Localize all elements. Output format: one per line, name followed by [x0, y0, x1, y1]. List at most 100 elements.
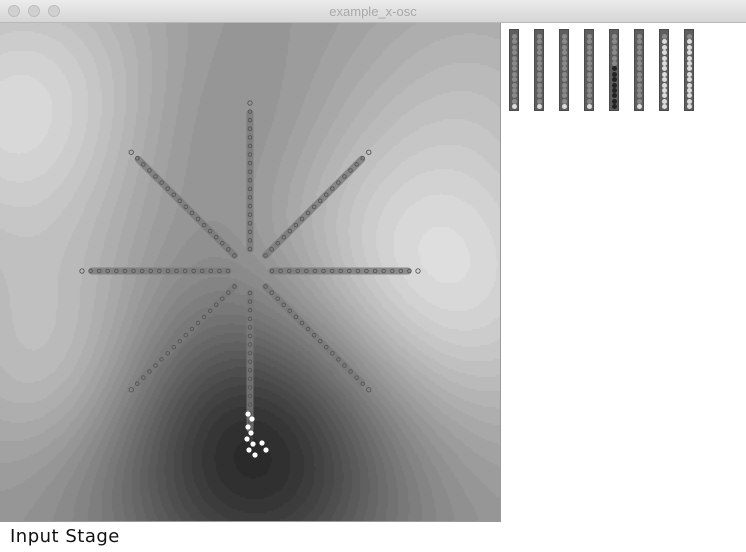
- meter-dot: [612, 55, 617, 61]
- meter-dot: [687, 39, 692, 45]
- spoke-track: [262, 155, 366, 259]
- meter-dot: [612, 71, 617, 77]
- meter-dot: [687, 55, 692, 61]
- meter-dot: [537, 34, 542, 39]
- meter-dot: [587, 104, 592, 110]
- meter-dot: [662, 71, 667, 77]
- active-sensor-dot: [252, 452, 258, 458]
- meter-dot: [687, 82, 692, 88]
- meter-dot: [562, 55, 567, 61]
- meter-dot: [562, 44, 567, 50]
- meter-dot: [662, 77, 667, 83]
- meter-channel-8: [684, 29, 694, 111]
- meter-dot: [637, 88, 642, 93]
- meter-dot: [612, 50, 617, 56]
- meter-channel-1: [509, 29, 519, 111]
- meter-dot: [537, 82, 542, 88]
- meter-dot: [512, 44, 517, 50]
- sensor-spokes: [79, 100, 421, 458]
- meter-dot: [662, 98, 667, 104]
- meter-channel-7: [659, 29, 669, 111]
- meter-dot: [662, 88, 667, 93]
- meter-dot: [612, 98, 617, 104]
- meter-dot: [512, 98, 517, 104]
- meter-dot: [587, 88, 592, 93]
- active-sensor-dot: [244, 436, 250, 442]
- window-title: example_x-osc: [329, 4, 417, 19]
- meter-dot: [537, 98, 542, 104]
- active-sensor-dot: [259, 440, 265, 446]
- meter-dot: [587, 77, 592, 83]
- spoke-north-east: [262, 149, 372, 259]
- meter-dot: [612, 104, 617, 110]
- spoke-north-west: [128, 149, 238, 259]
- meter-channel-4: [584, 29, 594, 111]
- meter-dot: [512, 50, 517, 56]
- meter-dot: [537, 71, 542, 77]
- meter-channel-3: [559, 29, 569, 111]
- meter-dot: [637, 98, 642, 104]
- meter-channel-2: [534, 29, 544, 111]
- meter-dot: [662, 39, 667, 45]
- meter-dot: [562, 104, 567, 110]
- meter-dot: [612, 66, 617, 72]
- meter-dot: [612, 77, 617, 83]
- meter-dot: [562, 34, 567, 39]
- sensor-dot: [128, 387, 134, 393]
- meter-dot: [637, 55, 642, 61]
- meter-dot: [562, 71, 567, 77]
- meter-dot: [662, 66, 667, 72]
- window-titlebar[interactable]: example_x-osc: [0, 0, 746, 23]
- meter-dot: [637, 66, 642, 72]
- meter-dot: [537, 104, 542, 110]
- meter-dot: [512, 61, 517, 66]
- meter-dot: [587, 34, 592, 39]
- meter-dot: [637, 71, 642, 77]
- meter-dot: [662, 50, 667, 56]
- meter-dot: [687, 66, 692, 72]
- meter-dot: [662, 61, 667, 66]
- meter-dot: [662, 93, 667, 99]
- meter-dot: [637, 93, 642, 99]
- meter-dot: [562, 50, 567, 56]
- spoke-track: [262, 283, 366, 387]
- meter-dot: [587, 44, 592, 50]
- meter-dot: [612, 61, 617, 66]
- spoke-west: [79, 267, 232, 275]
- meter-dot: [612, 39, 617, 45]
- meter-dot: [537, 77, 542, 83]
- meter-dot: [562, 77, 567, 83]
- meter-dot: [687, 93, 692, 99]
- meter-dot: [612, 82, 617, 88]
- meter-dot: [587, 66, 592, 72]
- meter-dot: [687, 77, 692, 83]
- sensor-dot: [79, 268, 85, 274]
- spoke-track: [134, 155, 238, 259]
- meter-dot: [537, 55, 542, 61]
- meter-dot: [587, 98, 592, 104]
- meter-dot: [512, 93, 517, 99]
- sensor-dot: [415, 268, 421, 274]
- meter-dot: [587, 61, 592, 66]
- meter-dot: [512, 39, 517, 45]
- meter-channel-6: [634, 29, 644, 111]
- meter-dot: [562, 82, 567, 88]
- meter-dot: [612, 34, 617, 39]
- meter-dot: [512, 104, 517, 110]
- active-sensor-dot: [263, 447, 269, 453]
- meter-dot: [537, 44, 542, 50]
- spoke-south-east: [262, 283, 372, 393]
- meter-dot: [512, 82, 517, 88]
- channel-meters: [509, 29, 699, 113]
- active-sensor-dot: [245, 424, 251, 430]
- meter-dot: [587, 93, 592, 99]
- sensor-dot: [128, 149, 134, 155]
- meter-dot: [587, 82, 592, 88]
- meter-dot: [687, 104, 692, 110]
- meter-dot: [662, 55, 667, 61]
- meter-dot: [512, 77, 517, 83]
- meter-dot: [687, 88, 692, 93]
- meter-dot: [537, 39, 542, 45]
- meter-dot: [512, 71, 517, 77]
- sensor-canvas[interactable]: [0, 23, 501, 522]
